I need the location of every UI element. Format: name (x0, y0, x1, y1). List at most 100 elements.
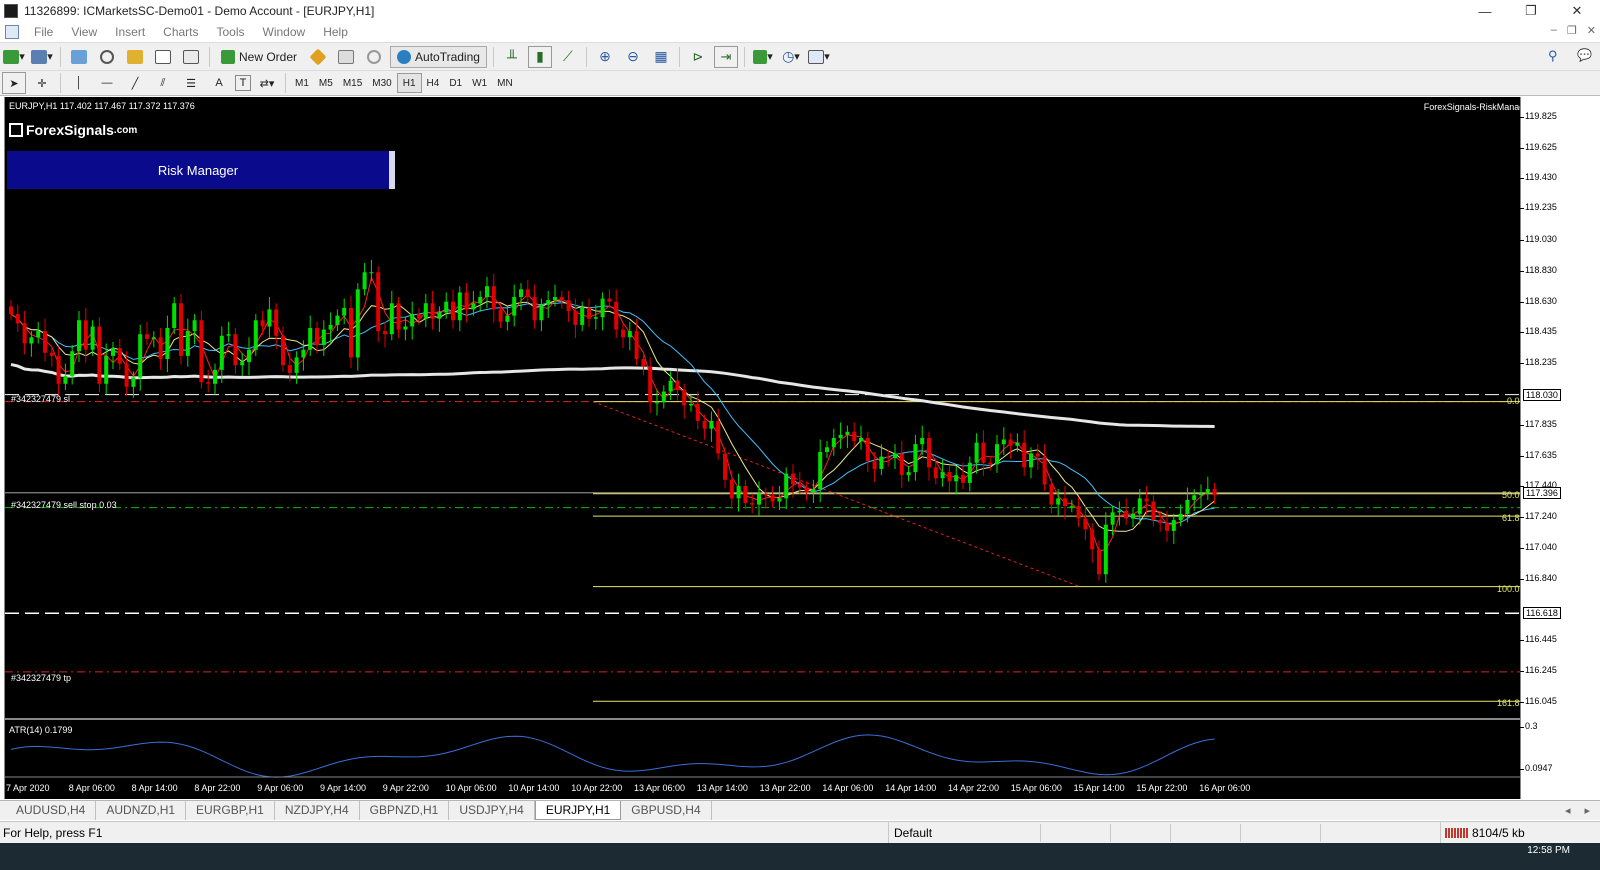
candle-body (29, 337, 34, 344)
label-tool[interactable]: T (235, 75, 251, 91)
zoom-in-button[interactable]: ⊕ (593, 46, 617, 68)
candle-body (49, 352, 54, 356)
time-label: 8 Apr 14:00 (131, 783, 178, 793)
tab-gbpnzd-h1[interactable]: GBPNZD,H1 (360, 801, 450, 820)
risk-manager-button[interactable]: Risk Manager (7, 151, 395, 189)
mdi-restore-icon[interactable]: ❐ (1567, 24, 1577, 37)
tile-windows-button[interactable]: ▦ (649, 46, 673, 68)
tf-d1[interactable]: D1 (444, 73, 467, 93)
new-chart-button[interactable]: ▾ (2, 46, 26, 68)
tf-m15[interactable]: M15 (338, 73, 367, 93)
cursor-tool[interactable]: ➤ (2, 72, 26, 94)
menu-window[interactable]: Window (254, 25, 315, 39)
candle-body (145, 334, 149, 339)
tf-m30[interactable]: M30 (367, 73, 396, 93)
menu-charts[interactable]: Charts (154, 25, 207, 39)
tf-h1[interactable]: H1 (396, 73, 422, 93)
menu-file[interactable]: File (25, 25, 62, 39)
text-tool[interactable]: A (207, 72, 231, 94)
restore-button[interactable]: ❐ (1508, 0, 1554, 22)
bar-chart-button[interactable]: ╨ (500, 46, 524, 68)
channel-tool[interactable]: ⫽ (151, 72, 175, 94)
menu-tools[interactable]: Tools (208, 25, 254, 39)
profiles-icon (31, 49, 48, 64)
window-title: 11326899: ICMarketsSC-Demo01 - Demo Acco… (24, 4, 375, 18)
vertical-line-tool[interactable]: │ (67, 72, 91, 94)
mdi-close-icon[interactable]: ✕ (1587, 24, 1596, 37)
strategy-tester-button[interactable] (179, 46, 203, 68)
candle-body (607, 298, 612, 302)
menu-help[interactable]: Help (314, 25, 357, 39)
candle-body (865, 437, 870, 462)
navigator-button[interactable] (123, 46, 147, 68)
fib-label-100: 100.0 (1497, 584, 1520, 594)
status-profile[interactable]: Default (888, 822, 932, 844)
tab-eurjpy-h1[interactable]: EURJPY,H1 (534, 801, 622, 820)
candle-body (369, 272, 374, 274)
horizontal-line-tool[interactable]: — (95, 72, 119, 94)
tf-mn[interactable]: MN (492, 73, 518, 93)
candle-body (389, 303, 394, 335)
line-chart-button[interactable]: ⟋ (556, 46, 580, 68)
autotrading-button[interactable]: AutoTrading (390, 45, 487, 68)
candle-body (689, 403, 693, 406)
tab-audnzd-h1[interactable]: AUDNZD,H1 (96, 801, 187, 820)
terminal-button[interactable] (151, 46, 175, 68)
candle-body (117, 348, 122, 364)
price-chart[interactable] (5, 97, 1521, 799)
signals-button[interactable] (334, 46, 358, 68)
chat-icon[interactable]: 💬 (1577, 48, 1592, 62)
periods-button[interactable]: ◷ ▾ (779, 46, 803, 68)
auto-scroll-button[interactable]: ⊳ (686, 46, 710, 68)
candle-body (328, 324, 333, 330)
search-icon[interactable]: ⚲ (1548, 48, 1562, 63)
candle-body (505, 315, 510, 322)
candlestick-button[interactable]: ▮ (527, 45, 552, 68)
chart-window[interactable]: EURJPY,H1 117.402 117.467 117.372 117.37… (4, 97, 1568, 799)
chart-shift-button[interactable]: ⇥ (713, 45, 738, 68)
tf-m1[interactable]: M1 (290, 73, 314, 93)
arrows-icon: ⇄▾ (259, 77, 275, 90)
close-button[interactable]: ✕ (1554, 0, 1600, 22)
metaeditor-button[interactable] (306, 46, 330, 68)
indicators-button[interactable]: ▾ (751, 46, 775, 68)
tab-nzdjpy-h4[interactable]: NZDJPY,H4 (275, 801, 360, 820)
crosshair-tool[interactable]: ✛ (30, 72, 54, 94)
time-label: 8 Apr 22:00 (194, 783, 241, 793)
candle-body (396, 303, 401, 330)
market-watch-button[interactable] (67, 46, 91, 68)
trendline-tool[interactable]: ╱ (123, 72, 147, 94)
price-axis[interactable]: 119.825 119.625 119.430 119.235 119.030 118.8… (1520, 97, 1568, 799)
broadcast-button[interactable] (362, 46, 386, 68)
data-window-button[interactable] (95, 46, 119, 68)
tf-h4[interactable]: H4 (422, 73, 445, 93)
candle-body (791, 473, 795, 485)
zoom-out-button[interactable]: ⊖ (621, 46, 645, 68)
candle-body (485, 286, 489, 298)
status-connection[interactable]: 8104/5 kb (1440, 822, 1525, 844)
mdi-minimize-icon[interactable]: – (1551, 24, 1557, 37)
ma-long-line (10, 362, 1215, 428)
new-order-button[interactable]: New Order (216, 46, 302, 68)
tab-eurgbp-h1[interactable]: EURGBP,H1 (186, 801, 275, 820)
tab-gbpusd-h4[interactable]: GBPUSD,H4 (621, 801, 712, 820)
standard-toolbar: ▾ ▾ New Order AutoTrading ╨ ▮ ⟋ ⊕ ⊖ ▦ ⊳ … (0, 42, 1600, 70)
tab-scroll-right-icon[interactable]: ▸ (1584, 804, 1590, 817)
profiles-button[interactable]: ▾ (30, 46, 54, 68)
templates-button[interactable]: ▾ (807, 46, 831, 68)
fibonacci-tool[interactable]: ☰ (179, 72, 203, 94)
price-tick: 117.635 (1520, 449, 1557, 460)
menu-insert[interactable]: Insert (106, 25, 154, 39)
chart-window-icon[interactable] (5, 25, 19, 39)
candle-body (315, 328, 319, 346)
tab-audusd-h4[interactable]: AUDUSD,H4 (6, 801, 97, 820)
minimize-button[interactable]: — (1462, 0, 1508, 22)
tf-m5[interactable]: M5 (314, 73, 338, 93)
tf-w1[interactable]: W1 (467, 73, 492, 93)
candle-body (553, 297, 557, 301)
arrows-tool[interactable]: ⇄▾ (255, 72, 279, 94)
menu-view[interactable]: View (62, 25, 106, 39)
candle-body (1124, 510, 1129, 519)
tab-scroll-left-icon[interactable]: ◂ (1565, 804, 1571, 817)
tab-usdjpy-h4[interactable]: USDJPY,H4 (449, 801, 535, 820)
